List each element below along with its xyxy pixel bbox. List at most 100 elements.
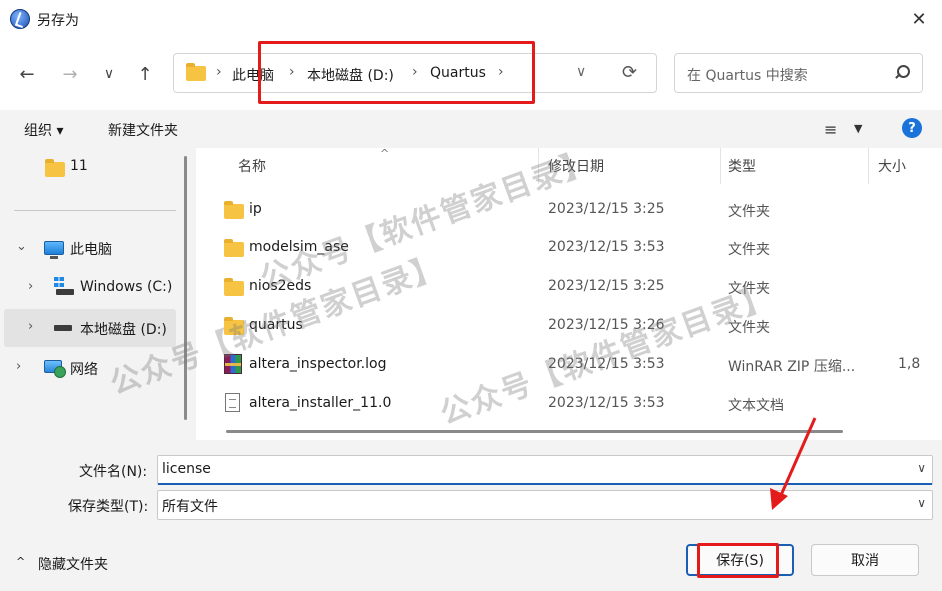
back-arrow-icon[interactable]: ← <box>13 60 41 88</box>
close-button[interactable]: ✕ <box>896 0 942 38</box>
search-input[interactable]: 在 Quartus 中搜索 <box>687 65 808 85</box>
breadcrumb-drive-d[interactable]: 本地磁盘 (D:) <box>307 65 394 85</box>
chevron-right-icon[interactable]: › <box>16 359 21 374</box>
folder-icon <box>186 63 206 81</box>
file-date: 2023/12/15 3:53 <box>548 356 665 372</box>
folder-icon <box>224 278 244 296</box>
sidebar-item-label: 此电脑 <box>70 242 112 258</box>
hide-folders-button[interactable]: 隐藏文件夹 <box>38 554 108 574</box>
sidebar-item-label: 网络 <box>70 362 98 378</box>
column-separator[interactable] <box>868 148 869 184</box>
sidebar-item-this-pc[interactable]: ⌄ 此电脑 <box>0 229 176 267</box>
title-bar: 另存为 ✕ <box>0 0 942 38</box>
sidebar-item-network[interactable]: › 网络 <box>0 349 176 387</box>
file-name: altera_installer_11.0 <box>249 395 392 411</box>
chevron-down-icon[interactable]: ⌄ <box>16 239 27 254</box>
chevron-right-icon[interactable]: › <box>28 319 33 334</box>
save-button[interactable]: 保存(S) <box>686 544 794 576</box>
address-bar[interactable]: › 此电脑 › 本地磁盘 (D:) › Quartus › ∨ ⟳ <box>173 53 657 93</box>
chevron-down-icon[interactable]: ∨ <box>917 496 926 510</box>
file-type: 文本文档 <box>728 398 784 414</box>
folder-icon <box>224 239 244 257</box>
sidebar-item-windows-c[interactable]: › Windows (C:) <box>0 269 176 307</box>
file-row-altera-inspector-log[interactable]: altera_inspector.log 2023/12/15 3:53 Win… <box>196 346 942 384</box>
view-options-chevron-icon[interactable]: ▼ <box>854 122 862 135</box>
view-list-icon[interactable]: ≡ <box>824 120 837 139</box>
file-name: nios2eds <box>249 278 312 294</box>
file-row-quartus[interactable]: quartus 2023/12/15 3:26 文件夹 <box>196 307 942 345</box>
column-separator[interactable] <box>720 148 721 184</box>
organize-menu-button[interactable]: 组织 ▾ <box>24 120 63 140</box>
chevron-right-icon[interactable]: › <box>28 279 33 294</box>
sidebar-divider <box>14 210 176 211</box>
filename-label: 文件名(N): <box>79 464 148 480</box>
window-title: 另存为 <box>37 13 79 29</box>
file-row-altera-installer[interactable]: altera_installer_11.0 2023/12/15 3:53 文本… <box>196 385 942 423</box>
column-header-name[interactable]: 名称 <box>238 156 266 176</box>
refresh-icon[interactable]: ⟳ <box>622 62 637 83</box>
breadcrumb-separator[interactable]: › <box>216 64 222 80</box>
file-row-modelsim-ase[interactable]: modelsim_ase 2023/12/15 3:53 文件夹 <box>196 229 942 267</box>
file-date: 2023/12/15 3:53 <box>548 239 665 255</box>
breadcrumb-quartus[interactable]: Quartus <box>430 65 486 81</box>
filetype-label: 保存类型(T): <box>68 499 149 515</box>
breadcrumb-separator[interactable]: › <box>412 64 418 80</box>
search-box[interactable]: 在 Quartus 中搜索 <box>674 53 923 93</box>
navigation-bar: ← → ∨ ↑ › 此电脑 › 本地磁盘 (D:) › Quartus › ∨ … <box>0 38 942 110</box>
sidebar-item-label: 本地磁盘 (D:) <box>80 322 167 338</box>
cancel-button[interactable]: 取消 <box>811 544 919 576</box>
up-arrow-icon[interactable]: ↑ <box>131 60 159 88</box>
file-type: WinRAR ZIP 压缩... <box>728 359 856 375</box>
filename-input[interactable]: license <box>162 461 211 477</box>
horizontal-scrollbar[interactable] <box>226 430 843 433</box>
search-icon[interactable] <box>894 65 910 79</box>
breadcrumb-this-pc[interactable]: 此电脑 <box>232 65 274 85</box>
text-file-icon <box>225 393 240 412</box>
sidebar-item-label: 11 <box>70 158 88 174</box>
folder-icon <box>224 201 244 219</box>
command-toolbar: 组织 ▾ 新建文件夹 ≡ ▼ ? <box>0 110 942 148</box>
file-name: ip <box>249 201 262 217</box>
chevron-down-icon[interactable]: ∨ <box>917 461 926 475</box>
breadcrumb-separator[interactable]: › <box>498 64 504 80</box>
file-type: 文件夹 <box>728 204 770 220</box>
windows-logo-icon <box>54 277 64 287</box>
file-date: 2023/12/15 3:53 <box>548 395 665 411</box>
column-header-size[interactable]: 大小 <box>878 156 906 176</box>
file-type: 文件夹 <box>728 320 770 336</box>
filetype-select[interactable]: 所有文件 ∨ <box>157 490 933 520</box>
address-history-chevron-icon[interactable]: ∨ <box>576 64 586 80</box>
save-form: 文件名(N): license ∨ 保存类型(T): 所有文件 ∨ <box>0 440 942 522</box>
file-name: quartus <box>249 317 303 333</box>
help-icon[interactable]: ? <box>902 118 922 138</box>
pc-icon <box>44 241 64 259</box>
sort-ascending-icon: ^ <box>380 147 390 160</box>
file-type: 文件夹 <box>728 242 770 258</box>
sidebar-item-folder-11[interactable]: 11 <box>0 148 176 186</box>
column-separator[interactable] <box>538 148 539 184</box>
breadcrumb-separator[interactable]: › <box>289 64 295 80</box>
recent-locations-icon[interactable]: ∨ <box>95 60 123 88</box>
filename-field[interactable]: license ∨ <box>157 455 933 485</box>
sidebar-item-drive-d[interactable]: › 本地磁盘 (D:) <box>4 309 176 347</box>
navigation-pane: 11 ⌄ 此电脑 › Windows (C:) › 本地磁盘 (D:) › 网络 <box>0 148 190 440</box>
column-header-date[interactable]: 修改日期 <box>548 156 604 176</box>
file-row-nios2eds[interactable]: nios2eds 2023/12/15 3:25 文件夹 <box>196 268 942 306</box>
file-date: 2023/12/15 3:26 <box>548 317 665 333</box>
file-row-ip[interactable]: ip 2023/12/15 3:25 文件夹 <box>196 191 942 229</box>
column-header-type[interactable]: 类型 <box>728 156 756 176</box>
file-name: altera_inspector.log <box>249 356 387 372</box>
file-size: 1,8 <box>898 356 921 372</box>
new-folder-button[interactable]: 新建文件夹 <box>108 120 178 140</box>
folder-icon <box>45 159 65 177</box>
forward-arrow-icon[interactable]: → <box>56 60 84 88</box>
winrar-icon <box>224 354 242 374</box>
sidebar-scrollbar[interactable] <box>184 156 187 420</box>
filetype-value: 所有文件 <box>162 499 218 515</box>
file-date: 2023/12/15 3:25 <box>548 201 665 217</box>
file-date: 2023/12/15 3:25 <box>548 278 665 294</box>
chevron-up-icon[interactable]: ^ <box>16 555 25 568</box>
drive-icon <box>56 289 74 295</box>
sidebar-item-label: Windows (C:) <box>80 279 173 295</box>
file-list: ^ 名称 修改日期 类型 大小 ip 2023/12/15 3:25 文件夹 m… <box>196 147 942 440</box>
